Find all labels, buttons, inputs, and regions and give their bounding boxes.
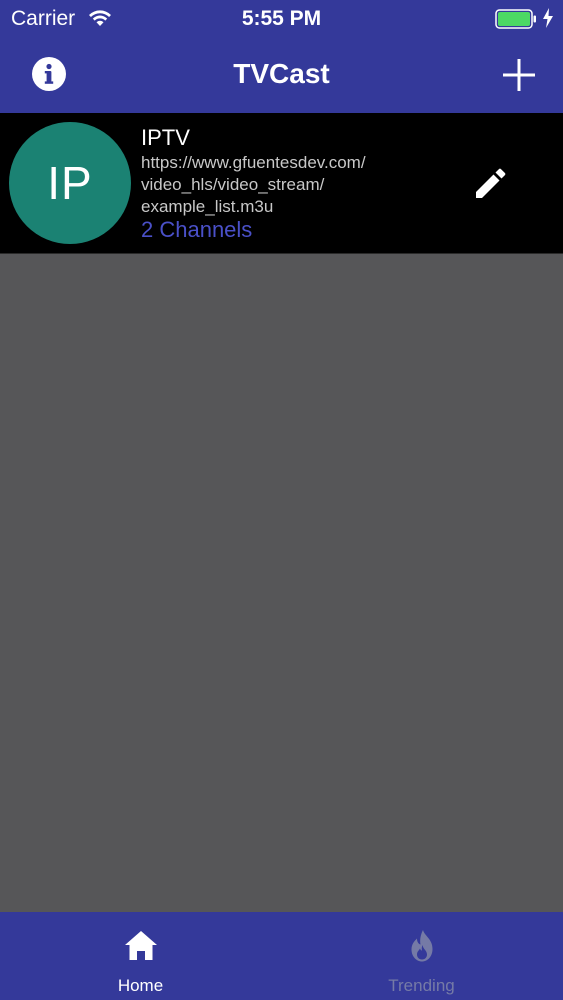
home-icon [124,931,157,960]
nav-bar: TVCast [0,40,563,113]
plus-icon[interactable] [500,56,538,94]
avatar-initials: IP [47,157,93,209]
playlist-title: IPTV [141,125,190,150]
tab-label: Trending [388,976,455,995]
channel-count: 2 Channels [141,217,253,242]
status-bar: Carrier 5:55 PM [0,0,563,40]
page-title: TVCast [233,58,330,89]
tab-home[interactable]: Home [0,912,281,1000]
charging-icon [543,8,553,28]
playlist-url-line: video_hls/video_stream/ [141,175,325,194]
pencil-icon[interactable] [472,164,510,202]
tab-bar: Home Trending [0,912,563,1000]
flame-icon [411,930,432,962]
clock: 5:55 PM [241,7,322,30]
battery-icon [495,9,536,29]
playlist-url: https://www.gfuentesdev.com/ video_hls/v… [141,152,416,218]
avatar: IP [9,122,131,244]
playlist-item[interactable]: IP IPTV https://www.gfuentesdev.com/ vid… [0,113,563,254]
app-header: Carrier 5:55 PM TVCast [0,0,563,113]
tab-label: Home [117,976,164,995]
playlist-url-line: example_list.m3u [141,197,274,216]
playlist-url-line: https://www.gfuentesdev.com/ [141,153,366,172]
tab-trending[interactable]: Trending [281,912,562,1000]
